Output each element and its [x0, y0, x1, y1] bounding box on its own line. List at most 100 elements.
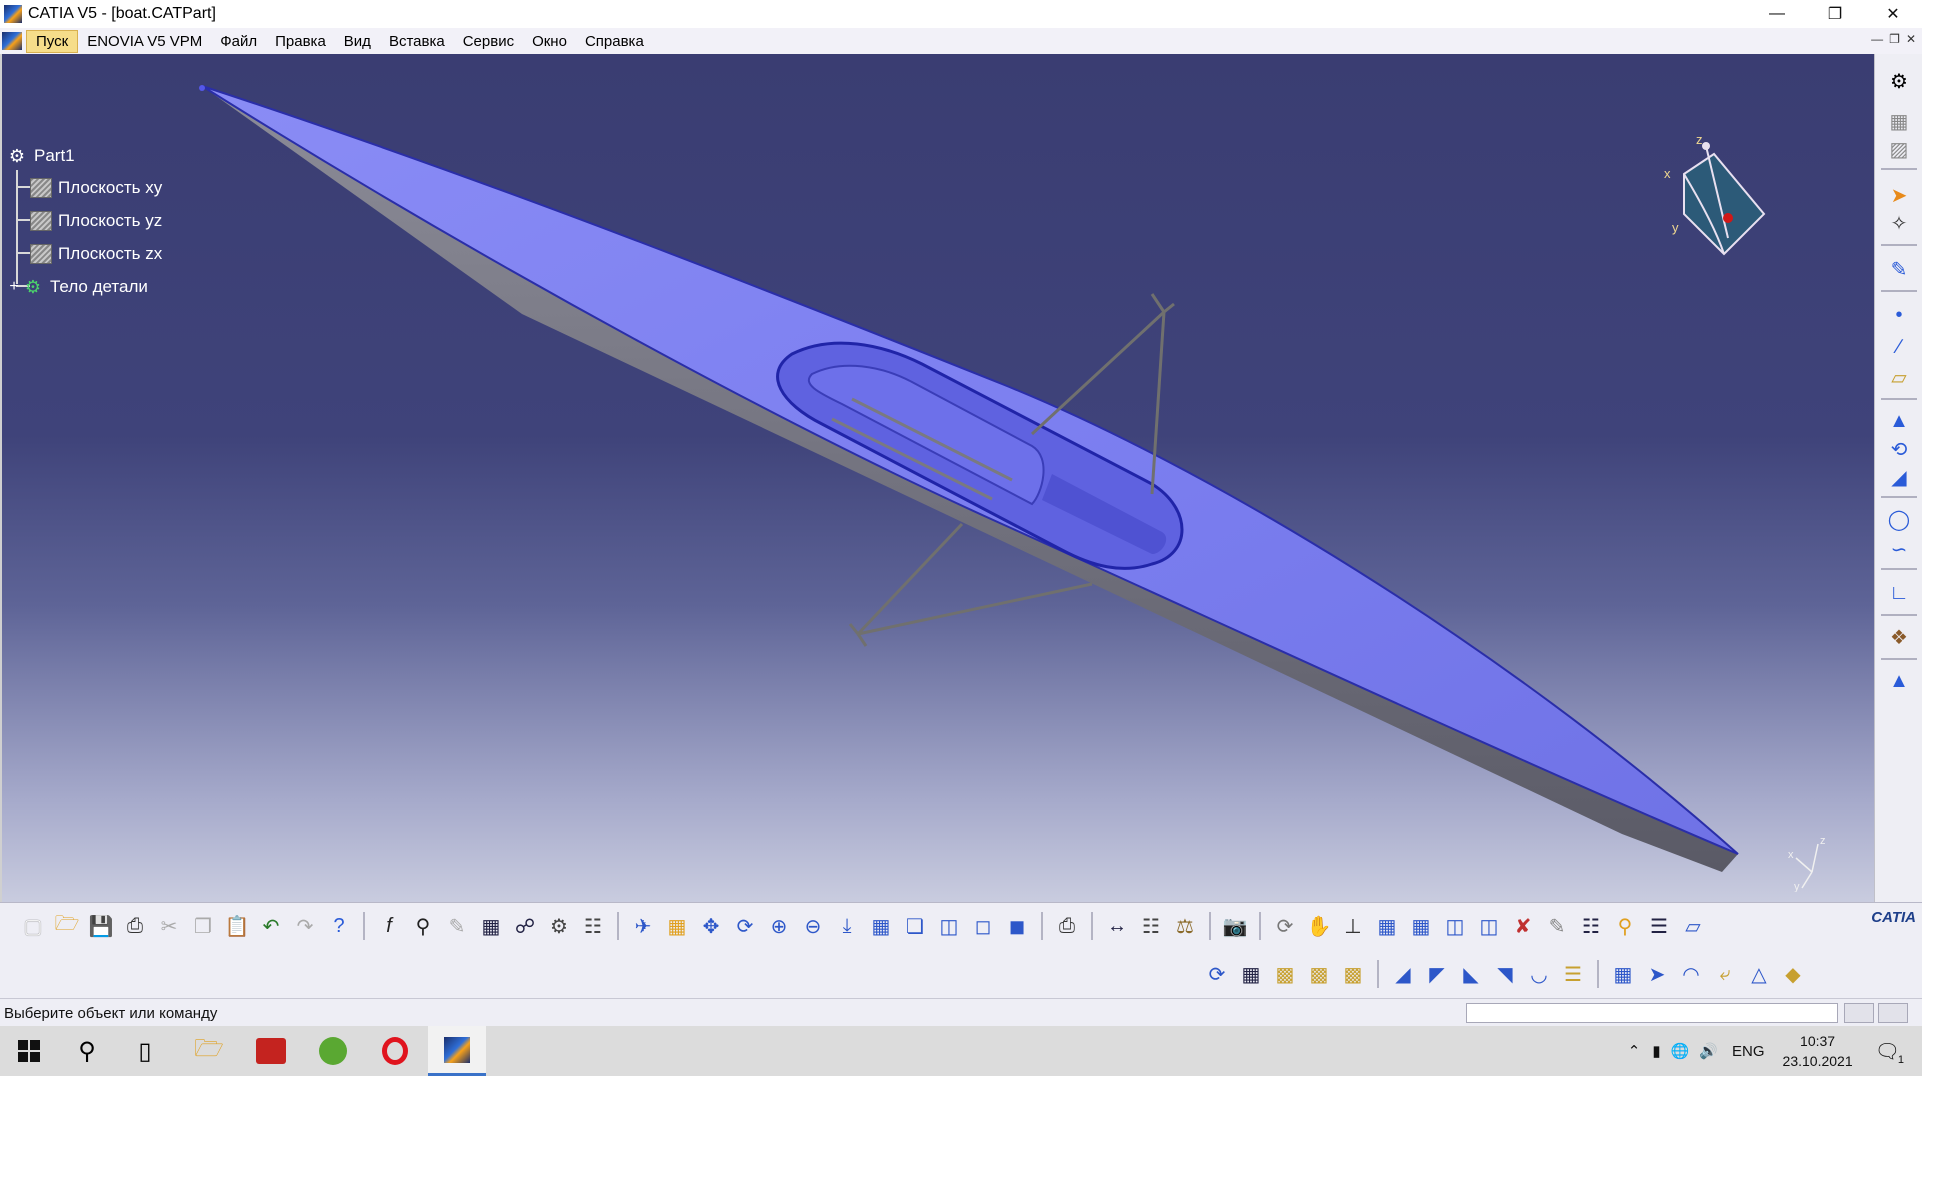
capture-icon[interactable]: 📷	[1220, 911, 1250, 941]
user-feature-icon[interactable]: ▩	[1304, 959, 1334, 989]
fit-all-icon[interactable]: ▦	[662, 911, 692, 941]
restore-button[interactable]: ❐	[1806, 0, 1864, 28]
compass-manipulator[interactable]: x y z	[1644, 114, 1794, 264]
point-icon[interactable]: •	[1885, 302, 1913, 328]
measure-icon[interactable]: ▲	[1885, 668, 1913, 694]
tree-node-part1[interactable]: ⚙ Part1	[6, 146, 75, 166]
clock[interactable]: 10:37 23.10.2021	[1783, 1031, 1853, 1071]
app-button-red[interactable]	[242, 1026, 300, 1076]
sweep-icon[interactable]: ◢	[1885, 464, 1913, 490]
copy-icon[interactable]: ❐	[188, 911, 218, 941]
undo-icon[interactable]: ↶	[256, 911, 286, 941]
circle-icon[interactable]: ◯	[1885, 506, 1913, 532]
battery-icon[interactable]: ▮	[1652, 1042, 1660, 1060]
workbench-icon[interactable]: ⚙	[1885, 68, 1913, 94]
whats-this-icon[interactable]: ?	[324, 911, 354, 941]
iso-view-icon[interactable]: ❏	[900, 911, 930, 941]
line-icon[interactable]: ∕	[1885, 334, 1913, 360]
redo-icon[interactable]: ↷	[290, 911, 320, 941]
trim-icon[interactable]: ◣	[1456, 959, 1486, 989]
law-icon[interactable]: ∟	[1885, 580, 1913, 606]
minimize-button[interactable]: —	[1748, 0, 1806, 28]
parameters-icon[interactable]: ☰	[1644, 911, 1674, 941]
tree-node-plane-zx[interactable]: Плоскость zx	[30, 244, 162, 264]
show-hidden-icons[interactable]: ⌃	[1628, 1042, 1641, 1060]
thickness-icon[interactable]: ⤶	[1710, 959, 1740, 989]
network-icon[interactable]: 🌐	[1671, 1042, 1690, 1060]
utorrent-button[interactable]	[304, 1026, 362, 1076]
sew-surface-icon[interactable]: ◆	[1778, 959, 1808, 989]
spline-icon[interactable]: ∽	[1885, 536, 1913, 562]
hierarchy-icon[interactable]: ☷	[1576, 911, 1606, 941]
extract-icon[interactable]: ◥	[1490, 959, 1520, 989]
volume-icon[interactable]: 🔊	[1699, 1042, 1718, 1060]
power-copy-icon[interactable]: ▩	[1270, 959, 1300, 989]
formula-icon[interactable]: f	[374, 911, 404, 941]
hide-show-icon[interactable]: ◻	[968, 911, 998, 941]
tree-node-part-body[interactable]: + ⚙ Тело детали	[6, 277, 148, 297]
external-view-icon[interactable]: ▨	[1885, 136, 1913, 162]
axis-transform-icon[interactable]: ⟳	[1202, 959, 1232, 989]
catia-taskbar-button[interactable]	[428, 1026, 486, 1076]
plane-tool-icon[interactable]: ▱	[1885, 364, 1913, 390]
new-icon[interactable]: ▢	[18, 911, 48, 941]
document-icon[interactable]	[2, 32, 22, 50]
table-icon[interactable]: ▦	[476, 911, 506, 941]
split-icon[interactable]: ◤	[1422, 959, 1452, 989]
menu-window[interactable]: Окно	[523, 31, 576, 52]
explorer-button[interactable]: 🗁	[180, 1026, 238, 1076]
zoom-in-icon[interactable]: ⊕	[764, 911, 794, 941]
draft-icon[interactable]: ✎	[1542, 911, 1572, 941]
measure-between-icon[interactable]: ↔	[1102, 911, 1132, 941]
swap-space-icon[interactable]: ◼	[1002, 911, 1032, 941]
boat-model[interactable]	[2, 54, 1874, 902]
axis-system-icon[interactable]: ⊥	[1338, 911, 1368, 941]
work-support-icon[interactable]: ◫	[1440, 911, 1470, 941]
close-surface-icon[interactable]: △	[1744, 959, 1774, 989]
knowledge-icon[interactable]: ⚲	[408, 911, 438, 941]
pan-icon[interactable]: ✥	[696, 911, 726, 941]
measure-inertia-icon[interactable]: ⚖	[1170, 911, 1200, 941]
paste-icon[interactable]: 📋	[222, 911, 252, 941]
update-all-icon[interactable]: ⟳	[1270, 911, 1300, 941]
normal-view-icon[interactable]: ⤓	[832, 911, 862, 941]
rotate-icon[interactable]: ⟳	[730, 911, 760, 941]
save-icon[interactable]: 💾	[86, 911, 116, 941]
doc-minimize-button[interactable]: —	[1871, 32, 1883, 46]
doc-restore-button[interactable]: ❐	[1889, 32, 1900, 46]
project-icon[interactable]: ➤	[1642, 959, 1672, 989]
catalog-icon[interactable]: ⚙	[544, 911, 574, 941]
tree-node-plane-xy[interactable]: Плоскость xy	[30, 178, 162, 198]
extrude-icon[interactable]: ▲	[1885, 408, 1913, 434]
close-button[interactable]: ✕	[1864, 0, 1922, 28]
command-cancel-button[interactable]	[1878, 1003, 1908, 1023]
task-view-button[interactable]: ▯	[116, 1026, 174, 1076]
zoom-out-icon[interactable]: ⊖	[798, 911, 828, 941]
sketch-icon[interactable]: ✎	[1885, 256, 1913, 282]
start-button[interactable]	[0, 1026, 58, 1076]
grid-icon[interactable]: ▦	[1372, 911, 1402, 941]
menu-file[interactable]: Файл	[211, 31, 266, 52]
expand-icon[interactable]: +	[6, 278, 22, 296]
snap-grid-icon[interactable]: ▦	[1406, 911, 1436, 941]
offset-icon[interactable]: ◠	[1676, 959, 1706, 989]
instantiate-icon[interactable]: ▩	[1338, 959, 1368, 989]
revolve-icon[interactable]: ⟲	[1885, 436, 1913, 462]
tree-node-plane-yz[interactable]: Плоскость yz	[30, 211, 162, 231]
print-preview-icon[interactable]: ⎙	[1052, 911, 1082, 941]
tools-icon[interactable]: ☷	[578, 911, 608, 941]
select-icon[interactable]: ➤	[1885, 182, 1913, 208]
language-indicator[interactable]: ENG	[1732, 1043, 1765, 1060]
surface-icon[interactable]: ▱	[1678, 911, 1708, 941]
translate-icon[interactable]: ☰	[1558, 959, 1588, 989]
join-icon[interactable]: ◢	[1388, 959, 1418, 989]
measure-item-icon[interactable]: ☷	[1136, 911, 1166, 941]
3d-viewport[interactable]: ⚙ Part1 Плоскость xy Плоскость yz Плоско…	[0, 54, 1874, 902]
multi-view-icon[interactable]: ▦	[866, 911, 896, 941]
analysis-icon[interactable]: ❖	[1885, 624, 1913, 650]
action-center-button[interactable]: 🗨 1	[1875, 1039, 1904, 1066]
command-history-button[interactable]	[1844, 1003, 1874, 1023]
reactions-icon[interactable]: ✎	[442, 911, 472, 941]
menu-enovia[interactable]: ENOVIA V5 VPM	[78, 31, 211, 52]
menu-help[interactable]: Справка	[576, 31, 653, 52]
